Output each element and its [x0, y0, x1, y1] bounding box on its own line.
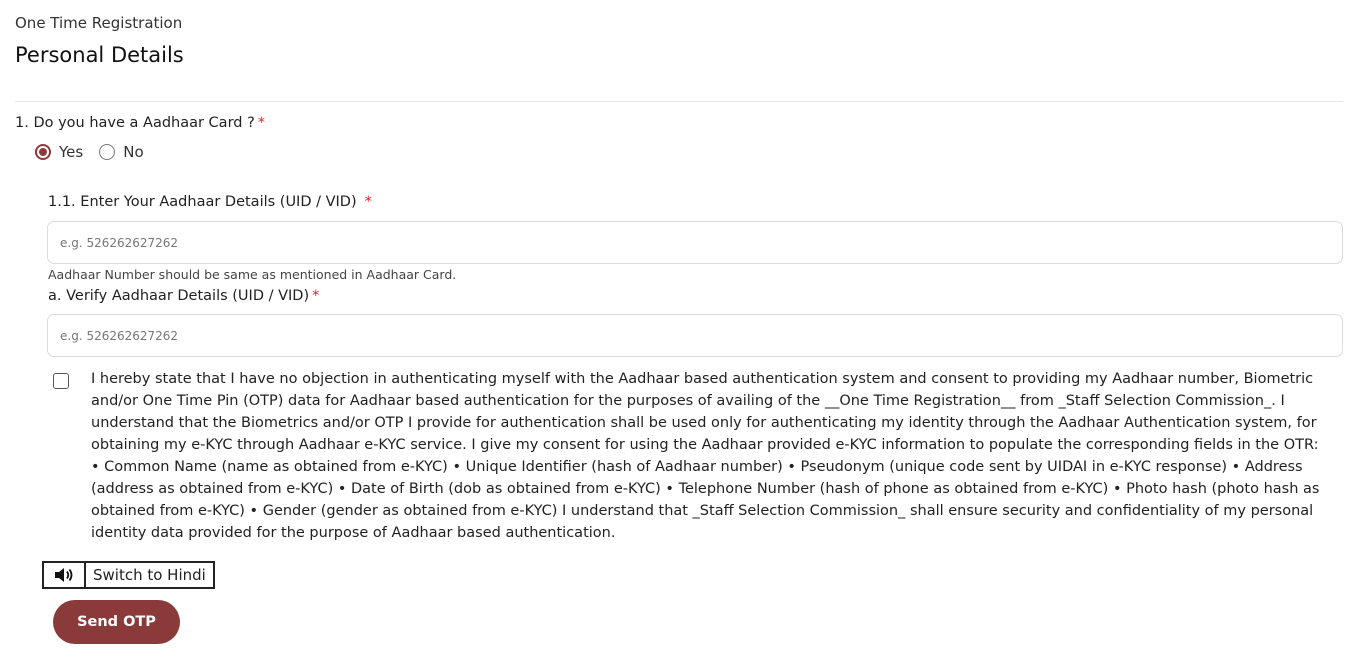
- aadhaar-question-label: 1. Do you have a Aadhaar Card ? *: [15, 115, 265, 131]
- page-title: Personal Details: [15, 43, 184, 67]
- aadhaar-question-text: 1. Do you have a Aadhaar Card ?: [15, 115, 255, 131]
- radio-no-label[interactable]: No: [123, 143, 143, 161]
- language-bar: Switch to Hindi: [42, 561, 215, 589]
- uid-input[interactable]: [47, 221, 1343, 264]
- verify-field-label-text: a. Verify Aadhaar Details (UID / VID): [48, 288, 310, 304]
- speaker-icon: [55, 568, 73, 582]
- consent-checkbox[interactable]: [53, 373, 69, 389]
- required-mark: *: [312, 288, 320, 304]
- section-divider: [15, 101, 1343, 102]
- radio-option-no[interactable]: No: [99, 143, 144, 161]
- radio-yes[interactable]: [35, 144, 51, 160]
- aadhaar-radio-group: Yes No: [35, 143, 160, 161]
- breadcrumb: One Time Registration: [15, 14, 183, 32]
- required-mark: *: [257, 115, 266, 131]
- uid-field-label: 1.1. Enter Your Aadhaar Details (UID / V…: [48, 194, 372, 210]
- radio-option-yes[interactable]: Yes: [35, 143, 83, 161]
- required-mark: *: [364, 194, 372, 210]
- speaker-button[interactable]: [42, 561, 84, 589]
- uid-helper-text: Aadhaar Number should be same as mention…: [48, 267, 457, 282]
- verify-uid-input[interactable]: [47, 314, 1343, 357]
- radio-no[interactable]: [99, 144, 116, 160]
- uid-field-label-text: 1.1. Enter Your Aadhaar Details (UID / V…: [48, 194, 357, 210]
- consent-text: I hereby state that I have no objection …: [91, 371, 1320, 541]
- switch-to-hindi-button[interactable]: Switch to Hindi: [84, 561, 215, 589]
- radio-yes-label[interactable]: Yes: [59, 143, 83, 161]
- verify-field-label: a. Verify Aadhaar Details (UID / VID) *: [48, 288, 319, 304]
- send-otp-button[interactable]: Send OTP: [53, 600, 180, 644]
